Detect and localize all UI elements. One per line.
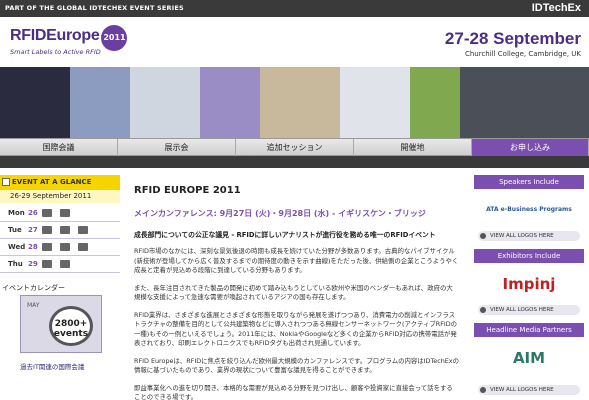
banner-photo-hands [0, 67, 70, 138]
speaker-logo: ATA e-Business Programs [474, 195, 584, 225]
body-paragraph: RFID業界は、さまざまな進展とさまざまな形態を取りながら発展を遂げつつあり、消… [134, 310, 458, 348]
conference-icon [42, 243, 52, 251]
event-dates: 27-28 September Churchill College, Cambr… [445, 29, 581, 58]
banner-photo-label [410, 67, 460, 138]
session-icon [42, 260, 52, 268]
banner-photo-medicine [340, 67, 410, 138]
workshop-icon [60, 260, 70, 268]
media-partner-logo: AIM [474, 343, 584, 373]
exhibitors-view-all-button[interactable]: VIEW ALL LOGOS HERE [478, 305, 580, 315]
main-nav: 国際会議 展示会 追加セッション 開催地 お申し込み [0, 138, 589, 156]
banner-photo-card [70, 67, 130, 138]
main-content: RFID EUROPE 2011 メインカンファレンス: 9月27日 (火)・9… [123, 175, 470, 400]
banner-photo-tags [200, 67, 260, 138]
networking-icon [78, 226, 88, 234]
day-row-thu[interactable]: Thu 29 [0, 256, 120, 273]
event-venue: Churchill College, Cambridge, UK [464, 50, 581, 58]
conference-icon [42, 226, 52, 234]
left-sidebar: EVENT AT A GLANCE 26-29 September 2011 M… [0, 175, 120, 400]
day-date: 27 [28, 226, 38, 234]
top-bar: PART OF THE GLOBAL IDTECHEX EVENT SERIES… [0, 0, 589, 17]
day-date: 26 [28, 209, 38, 217]
day-date: 28 [28, 243, 38, 251]
media-view-all-button[interactable]: VIEW ALL LOGOS HERE [478, 385, 580, 395]
calendar-icon [2, 178, 10, 186]
idtechex-logo[interactable]: IDTechEx [532, 2, 581, 14]
right-sidebar: Speakers Include ATA e-Business Programs… [474, 175, 584, 400]
day-name: Mon [8, 209, 25, 217]
speakers-header: Speakers Include [474, 175, 584, 189]
session-icon [78, 243, 88, 251]
banner-photo-store [260, 67, 340, 138]
past-events-link[interactable]: 過去IT関連の国際会議 [20, 361, 84, 371]
rfid-europe-logo[interactable]: RFIDEurope 2011 Smart Labels to Active RF… [10, 25, 128, 56]
day-row-mon[interactable]: Mon 26 [0, 205, 120, 222]
nav-venue[interactable]: 開催地 [354, 139, 472, 156]
nav-register[interactable]: お申し込み [472, 139, 589, 156]
event-series-tagline: PART OF THE GLOBAL IDTECHEX EVENT SERIES [5, 4, 184, 12]
speakers-view-all-button[interactable]: VIEW ALL LOGOS HERE [478, 231, 580, 241]
body-paragraph: RFID Europeは、RFIDに焦点を絞り込んだ欧州最大規模のカンファレンス… [134, 356, 459, 375]
main-conference-dates: メインカンファレンス: 9月27日 (火)・9月28日 (水) - イギリスケン… [134, 209, 426, 218]
banner-photo-device [130, 67, 200, 138]
magnifier-badge: 2800+ events [49, 306, 93, 346]
banner-photo-scanner [460, 67, 589, 138]
header: RFIDEurope 2011 Smart Labels to Active RF… [0, 17, 589, 67]
page-title: RFID EUROPE 2011 [134, 185, 241, 196]
event-at-a-glance-header[interactable]: EVENT AT A GLANCE [0, 175, 120, 190]
logo-year-badge: 2011 [101, 25, 128, 51]
exhibition-icon [42, 209, 52, 217]
session-icon [60, 209, 70, 217]
exhibition-icon [60, 243, 70, 251]
event-date-range: 27-28 September [444, 29, 581, 48]
event-calendar-image[interactable]: MAY 2800+ events [20, 295, 102, 353]
nav-conference[interactable]: 国際会議 [0, 139, 118, 156]
calendar-month: MAY [27, 302, 40, 309]
body-paragraph: 即益事業化への進を切り開き、本格的な需要が見込める分野を見つけ出し、顧客や投資家… [134, 383, 453, 400]
day-name: Thu [8, 260, 23, 268]
day-date: 29 [28, 260, 38, 268]
exhibitor-logo: Impinj [474, 269, 584, 299]
body-paragraph: また、長年注目されてきた製品の開発に初めて踏み込もうとしている欧州や米国のベンダ… [134, 283, 453, 302]
lead-statement: 成長部門についての公正な議見 - RFIDに詳しいアナリストが進行役を務める唯一… [134, 231, 436, 239]
media-partners-header: Headline Media Partners [474, 323, 584, 337]
exhibitors-header: Exhibitors Include [474, 249, 584, 263]
nav-exhibition[interactable]: 展示会 [118, 139, 236, 156]
day-name: Tue [8, 226, 22, 234]
day-row-tue[interactable]: Tue 27 [0, 222, 120, 239]
day-name: Wed [8, 243, 26, 251]
event-calendar-title: イベントカレンダー [2, 284, 65, 292]
nav-underbar [0, 156, 589, 168]
glance-date-range: 26-29 September 2011 [0, 190, 120, 203]
body-paragraph: RFID市場のなかには、深刻な景気後退の時期も成長を続けていた分野が多数あります… [134, 247, 459, 274]
nav-additional-sessions[interactable]: 追加セッション [236, 139, 354, 156]
logo-title: RFIDEurope [10, 27, 100, 44]
glance-title: EVENT AT A GLANCE [12, 178, 92, 186]
day-row-wed[interactable]: Wed 28 [0, 239, 120, 256]
photo-banner [0, 67, 589, 138]
exhibition-icon [60, 226, 70, 234]
